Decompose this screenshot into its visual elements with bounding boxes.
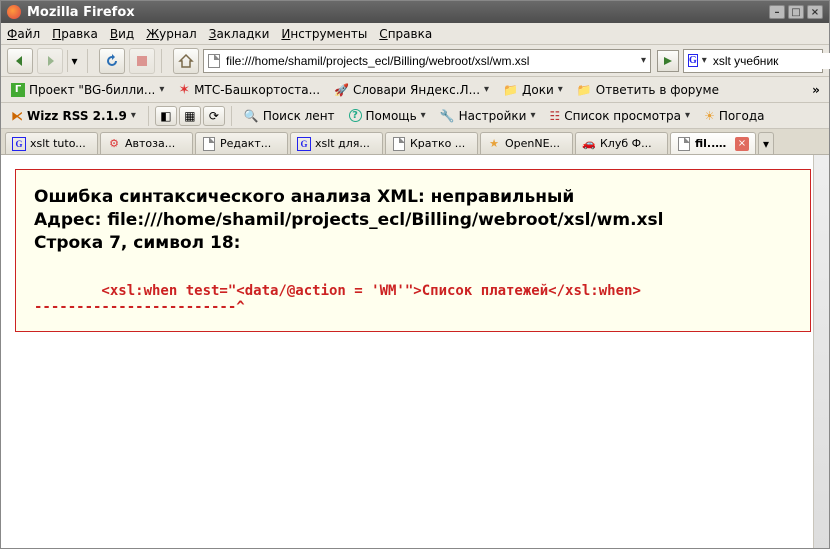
tab[interactable]: ⚙ Автоза... xyxy=(100,132,193,154)
window-titlebar: Mozilla Firefox – □ × xyxy=(1,1,829,23)
tab[interactable]: G xslt для... xyxy=(290,132,383,154)
rss-settings[interactable]: 🔧 Настройки▾ xyxy=(434,105,542,127)
rss-btn-1[interactable]: ◧ xyxy=(155,106,177,126)
bookmark-label: МТС-Башкортоста... xyxy=(194,83,320,97)
folder-icon: 📁 xyxy=(577,83,592,97)
minimize-button[interactable]: – xyxy=(769,5,785,19)
search-bar[interactable]: G ▾ xyxy=(683,49,823,73)
close-window-button[interactable]: × xyxy=(807,5,823,19)
url-bar[interactable]: ▾ xyxy=(203,49,651,73)
folder-icon: 📁 xyxy=(503,83,518,97)
google-icon: G xyxy=(297,137,311,151)
search-engine-icon[interactable]: G xyxy=(688,54,698,67)
page-icon xyxy=(677,137,691,151)
error-source: <xsl:when test="<data/@action = 'WM'">Сп… xyxy=(34,283,792,315)
menu-file[interactable]: Файл xyxy=(7,27,40,41)
rss-btn-3[interactable]: ⟳ xyxy=(203,106,225,126)
page-icon xyxy=(392,137,406,151)
window-title: Mozilla Firefox xyxy=(27,5,135,20)
tab[interactable]: ★ OpenNE... xyxy=(480,132,573,154)
menu-view[interactable]: Вид xyxy=(110,27,134,41)
forward-button[interactable] xyxy=(37,48,63,74)
bookmark-item[interactable]: Г Проект "BG-билли...▾ xyxy=(5,79,170,101)
rss-btn-2[interactable]: ▦ xyxy=(179,106,201,126)
tab[interactable]: Редакт... xyxy=(195,132,288,154)
bookmark-label: Ответить в форуме xyxy=(596,83,719,97)
firefox-icon xyxy=(7,5,21,19)
bookmark-label: Словари Яндекс.Л... xyxy=(353,83,480,97)
search-icon: 🔍 xyxy=(244,109,259,123)
menu-bookmarks[interactable]: Закладки xyxy=(209,27,270,41)
rss-search-feeds[interactable]: 🔍 Поиск лент xyxy=(238,105,341,127)
help-icon: ? xyxy=(349,109,362,122)
search-engine-dropdown[interactable]: ▾ xyxy=(702,55,707,66)
bookmarks-toolbar: Г Проект "BG-билли...▾ ✶ МТС-Башкортоста… xyxy=(1,77,829,103)
nav-history-dropdown[interactable]: ▾ xyxy=(67,50,81,72)
url-input[interactable] xyxy=(224,53,637,69)
page-icon xyxy=(202,137,216,151)
bookmarks-overflow[interactable]: » xyxy=(807,83,825,97)
bookmark-item[interactable]: ✶ МТС-Башкортоста... xyxy=(172,79,326,101)
bookmark-favicon: ✶ xyxy=(178,82,190,98)
rocket-icon: 🚀 xyxy=(334,83,349,97)
menu-history[interactable]: Журнал xyxy=(146,27,197,41)
car-icon: 🚗 xyxy=(582,137,596,151)
tab[interactable]: Кратко ... xyxy=(385,132,478,154)
list-icon: ☷ xyxy=(549,109,560,123)
sun-icon: ☀ xyxy=(704,109,715,123)
stop-button[interactable] xyxy=(129,48,155,74)
rss-toolbar: ⧔ Wizz RSS 2.1.9▾ ◧ ▦ ⟳ 🔍 Поиск лент ? П… xyxy=(1,103,829,129)
bookmark-label: Доки xyxy=(522,83,554,97)
bookmark-item[interactable]: 🚀 Словари Яндекс.Л...▾ xyxy=(328,79,495,101)
tabs-dropdown[interactable]: ▾ xyxy=(758,132,774,154)
bookmark-item[interactable]: 📁 Ответить в форуме xyxy=(571,79,725,101)
rss-watchlist[interactable]: ☷ Список просмотра▾ xyxy=(543,105,696,127)
rss-toolbar-title[interactable]: ⧔ Wizz RSS 2.1.9▾ xyxy=(5,109,142,123)
menu-edit[interactable]: Правка xyxy=(52,27,98,41)
reload-button[interactable] xyxy=(99,48,125,74)
rss-icon: ⧔ xyxy=(11,109,23,123)
maximize-button[interactable]: □ xyxy=(788,5,804,19)
bookmark-label: Проект "BG-билли... xyxy=(29,83,155,97)
url-dropdown[interactable]: ▾ xyxy=(641,55,646,66)
gear-icon: ⚙ xyxy=(107,137,121,151)
star-icon: ★ xyxy=(487,137,501,151)
tab[interactable]: G xslt tuto... xyxy=(5,132,98,154)
page-content: Ошибка синтаксического анализа XML: непр… xyxy=(1,155,829,548)
home-button[interactable] xyxy=(173,48,199,74)
search-input[interactable] xyxy=(711,53,830,69)
menu-help[interactable]: Справка xyxy=(379,27,432,41)
back-button[interactable] xyxy=(7,48,33,74)
bookmark-item[interactable]: 📁 Доки▾ xyxy=(497,79,569,101)
bookmark-favicon: Г xyxy=(11,83,25,97)
error-heading: Ошибка синтаксического анализа XML: непр… xyxy=(34,186,792,255)
tab-close-button[interactable]: × xyxy=(735,137,749,151)
tab[interactable]: 🚗 Клуб Ф... xyxy=(575,132,668,154)
wrench-icon: 🔧 xyxy=(440,109,455,123)
page-icon xyxy=(208,54,220,68)
menu-bar: Файл Правка Вид Журнал Закладки Инструме… xyxy=(1,23,829,45)
menu-tools[interactable]: Инструменты xyxy=(281,27,367,41)
tab-active[interactable]: fil...sl × xyxy=(670,132,756,154)
rss-weather[interactable]: ☀ Погода xyxy=(698,105,770,127)
rss-help[interactable]: ? Помощь▾ xyxy=(343,105,432,127)
tab-bar: G xslt tuto... ⚙ Автоза... Редакт... G x… xyxy=(1,129,829,155)
google-icon: G xyxy=(12,137,26,151)
xml-error-box: Ошибка синтаксического анализа XML: непр… xyxy=(15,169,811,332)
navigation-toolbar: ▾ ▾ G ▾ xyxy=(1,45,829,77)
go-button[interactable] xyxy=(657,50,679,72)
